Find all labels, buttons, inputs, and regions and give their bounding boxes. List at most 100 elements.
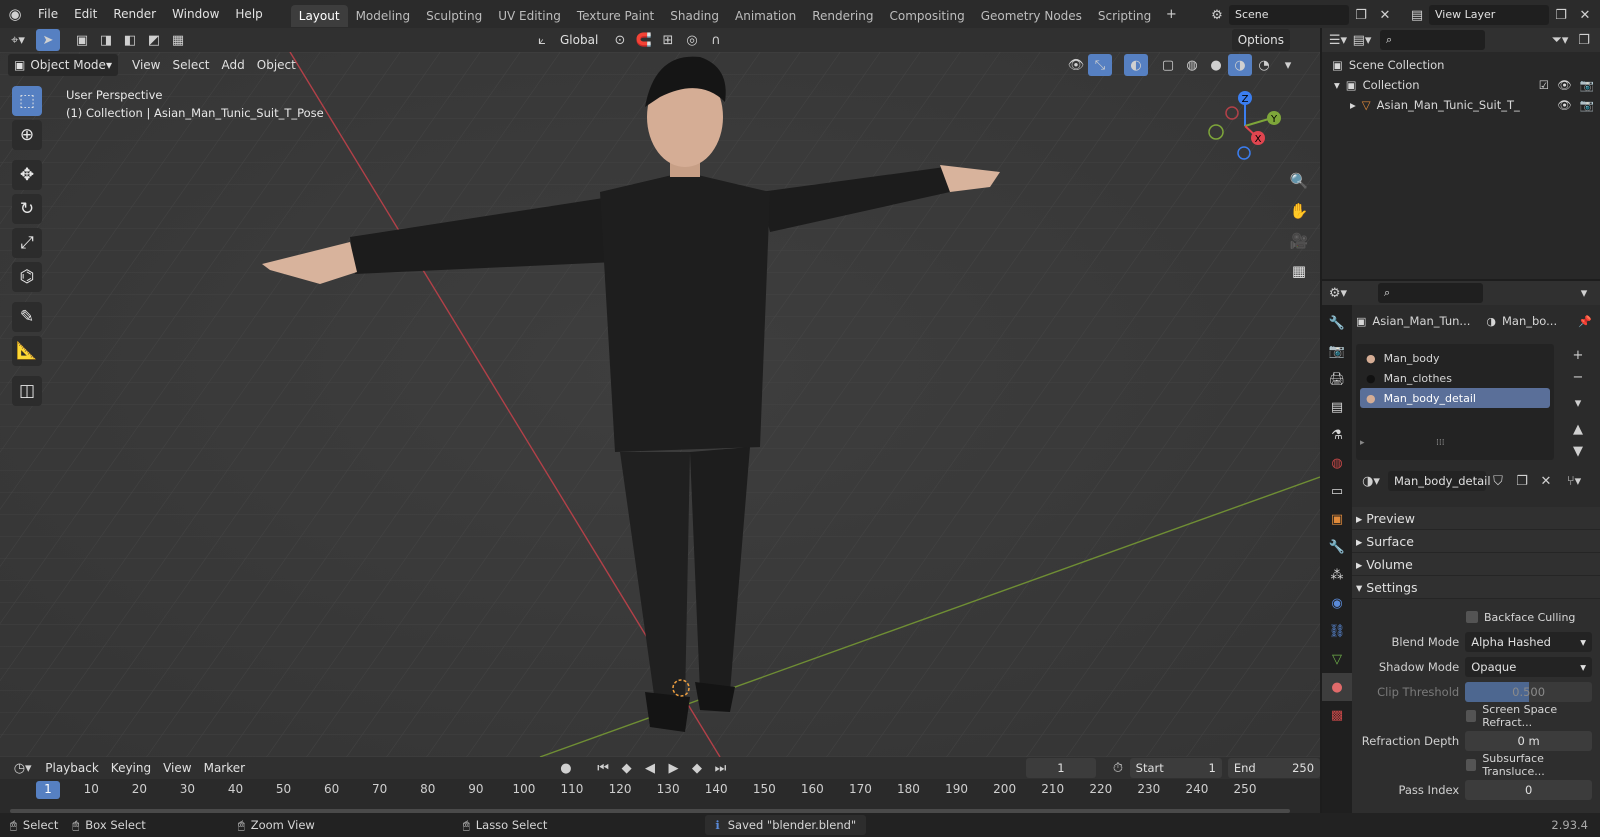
outliner-editor-icon[interactable]: ☰▾ bbox=[1326, 29, 1350, 51]
new-collection-icon[interactable]: ❐ bbox=[1572, 29, 1596, 51]
visibility-icon[interactable]: 👁 bbox=[1064, 54, 1088, 76]
list-item[interactable]: ● Man_body bbox=[1360, 348, 1550, 368]
menu-view[interactable]: View bbox=[126, 54, 166, 76]
properties-search-input[interactable]: ⌕ bbox=[1378, 283, 1483, 303]
remove-slot-icon[interactable]: − bbox=[1566, 366, 1590, 388]
cursor-tool-icon[interactable]: ⊕ bbox=[12, 120, 42, 150]
add-slot-icon[interactable]: + bbox=[1566, 344, 1590, 366]
scene-tab-icon[interactable]: ⚗ bbox=[1322, 421, 1352, 449]
ortho-grid-icon[interactable]: ▦ bbox=[1286, 258, 1312, 284]
menu-select[interactable]: Select bbox=[166, 54, 215, 76]
output-tab-icon[interactable]: 🖨 bbox=[1322, 365, 1352, 393]
checkbox-icon[interactable]: ☑ bbox=[1539, 75, 1549, 95]
gizmo-toggle-icon[interactable]: ⤡ bbox=[1088, 54, 1112, 76]
transform-tool-icon[interactable]: ⌬ bbox=[12, 262, 42, 292]
sss-checkbox[interactable] bbox=[1466, 759, 1477, 771]
jump-end-icon[interactable]: ⏭ bbox=[709, 757, 732, 779]
copy-view-layer-icon[interactable]: ❐ bbox=[1549, 4, 1573, 26]
move-up-icon[interactable]: ▲ bbox=[1566, 418, 1590, 440]
navigation-gizmo[interactable]: Z Y X bbox=[1200, 88, 1290, 168]
slot-specials-icon[interactable]: ▾ bbox=[1566, 392, 1590, 414]
annotate-tool-icon[interactable]: ✎ bbox=[12, 302, 42, 332]
outliner-row-collection[interactable]: ▾ ▣ Collection ☑ 👁 📷 bbox=[1328, 75, 1594, 95]
pivot-point-icon[interactable]: ⊙ bbox=[608, 29, 632, 51]
stopwatch-icon[interactable]: ⏱ bbox=[1106, 757, 1129, 779]
tab-shading[interactable]: Shading bbox=[662, 5, 727, 27]
scene-icon[interactable]: ⚙ bbox=[1205, 4, 1229, 26]
proportional-edit-icon[interactable]: ◎ bbox=[680, 29, 704, 51]
object-mode-dropdown[interactable]: ▣ Object Mode ▾ bbox=[8, 54, 118, 76]
panel-preview[interactable]: ▸ Preview bbox=[1352, 507, 1600, 530]
select-new-icon[interactable]: ▣ bbox=[70, 29, 94, 51]
expand-arrow-icon[interactable]: ▸ bbox=[1350, 95, 1356, 115]
node-tree-icon[interactable]: ⑂▾ bbox=[1562, 470, 1586, 492]
menu-object[interactable]: Object bbox=[251, 54, 302, 76]
tab-scripting[interactable]: Scripting bbox=[1090, 5, 1159, 27]
view-layer-field[interactable]: View Layer bbox=[1429, 5, 1549, 25]
panel-settings[interactable]: ▾ Settings bbox=[1352, 576, 1600, 599]
tool-tab-icon[interactable]: 🔧 bbox=[1322, 309, 1352, 337]
close-view-layer-icon[interactable]: ✕ bbox=[1573, 4, 1597, 26]
pass-index-field[interactable]: 0 bbox=[1465, 779, 1592, 800]
fake-user-shield-icon[interactable]: ⛉ bbox=[1486, 470, 1510, 492]
pin-icon[interactable]: 📌 bbox=[1578, 315, 1592, 328]
backface-culling-checkbox[interactable] bbox=[1466, 611, 1478, 623]
prev-keyframe-icon[interactable]: ◆ bbox=[615, 757, 638, 779]
tab-geometry-nodes[interactable]: Geometry Nodes bbox=[973, 5, 1090, 27]
menu-file[interactable]: File bbox=[30, 0, 66, 28]
menu-render[interactable]: Render bbox=[105, 0, 164, 28]
add-cube-tool-icon[interactable]: ◫ bbox=[12, 376, 42, 406]
list-resize-handle[interactable]: ▸ ⁞⁞⁞ bbox=[1360, 438, 1550, 448]
particles-tab-icon[interactable]: ⁂ bbox=[1322, 561, 1352, 589]
shading-wireframe-icon[interactable]: ◍ bbox=[1180, 54, 1204, 76]
material-name-field[interactable]: Man_body_detail bbox=[1388, 471, 1491, 491]
tab-animation[interactable]: Animation bbox=[727, 5, 804, 27]
end-frame-field[interactable]: End 250 bbox=[1227, 758, 1321, 778]
ssr-checkbox[interactable] bbox=[1466, 710, 1477, 722]
menu-add[interactable]: Add bbox=[216, 54, 251, 76]
shading-options-icon[interactable]: ▾ bbox=[1276, 54, 1300, 76]
menu-window[interactable]: Window bbox=[164, 0, 227, 28]
record-icon[interactable]: ● bbox=[554, 757, 577, 779]
world-tab-icon[interactable]: ◍ bbox=[1322, 449, 1352, 477]
tab-layout[interactable]: Layout bbox=[290, 4, 348, 27]
tab-uv-editing[interactable]: UV Editing bbox=[490, 5, 569, 27]
overlay-toggle-icon[interactable]: ◐ bbox=[1124, 54, 1148, 76]
constraints-tab-icon[interactable]: ⛓ bbox=[1322, 617, 1352, 645]
eye-icon[interactable]: 👁 bbox=[1557, 75, 1572, 95]
panel-volume[interactable]: ▸ Volume bbox=[1352, 553, 1600, 576]
rotate-tool-icon[interactable]: ↻ bbox=[12, 194, 42, 224]
material-slot-list[interactable]: ● Man_body ● Man_clothes ● Man_body_deta… bbox=[1356, 344, 1554, 460]
eye-icon[interactable]: 👁 bbox=[1557, 95, 1572, 115]
texture-tab-icon[interactable]: ▩ bbox=[1322, 701, 1352, 729]
scale-tool-icon[interactable]: ⤢ bbox=[12, 228, 42, 258]
move-tool-icon[interactable]: ✥ bbox=[12, 160, 42, 190]
options-dropdown[interactable]: Options bbox=[1231, 29, 1290, 51]
snap-icon[interactable]: 🧲 bbox=[632, 29, 656, 51]
zoom-icon[interactable]: 🔍 bbox=[1286, 168, 1312, 194]
play-icon[interactable]: ▶ bbox=[662, 757, 685, 779]
display-mode-icon[interactable]: ▤▾ bbox=[1350, 29, 1374, 51]
copy-scene-icon[interactable]: ❐ bbox=[1349, 4, 1373, 26]
chevron-down-icon[interactable]: ▾ bbox=[1572, 282, 1596, 304]
sss-row[interactable]: Subsurface Transluce... bbox=[1360, 752, 1592, 778]
measure-tool-icon[interactable]: 📐 bbox=[12, 336, 42, 366]
add-workspace-icon[interactable]: + bbox=[1159, 3, 1183, 25]
select-box-tool-icon[interactable]: ⬚ bbox=[12, 86, 42, 116]
scene-name-field[interactable]: Scene bbox=[1229, 5, 1349, 25]
camera-icon[interactable]: 📷 bbox=[1580, 95, 1594, 115]
menu-timeline-view[interactable]: View bbox=[157, 757, 197, 779]
refraction-depth-field[interactable]: 0 m bbox=[1465, 730, 1592, 751]
tab-compositing[interactable]: Compositing bbox=[881, 5, 972, 27]
backface-culling-row[interactable]: Backface Culling bbox=[1360, 605, 1592, 629]
xray-toggle-icon[interactable]: ▢ bbox=[1156, 54, 1180, 76]
physics-tab-icon[interactable]: ◉ bbox=[1322, 589, 1352, 617]
next-keyframe-icon[interactable]: ◆ bbox=[685, 757, 708, 779]
jump-start-icon[interactable]: ⏮ bbox=[591, 757, 614, 779]
material-tab-icon[interactable]: ● bbox=[1322, 673, 1352, 701]
render-tab-icon[interactable]: 📷 bbox=[1322, 337, 1352, 365]
pan-hand-icon[interactable]: ✋ bbox=[1286, 198, 1312, 224]
view-layer-icon[interactable]: ▤ bbox=[1405, 4, 1429, 26]
menu-help[interactable]: Help bbox=[227, 0, 270, 28]
list-item[interactable]: ● Man_clothes bbox=[1360, 368, 1550, 388]
